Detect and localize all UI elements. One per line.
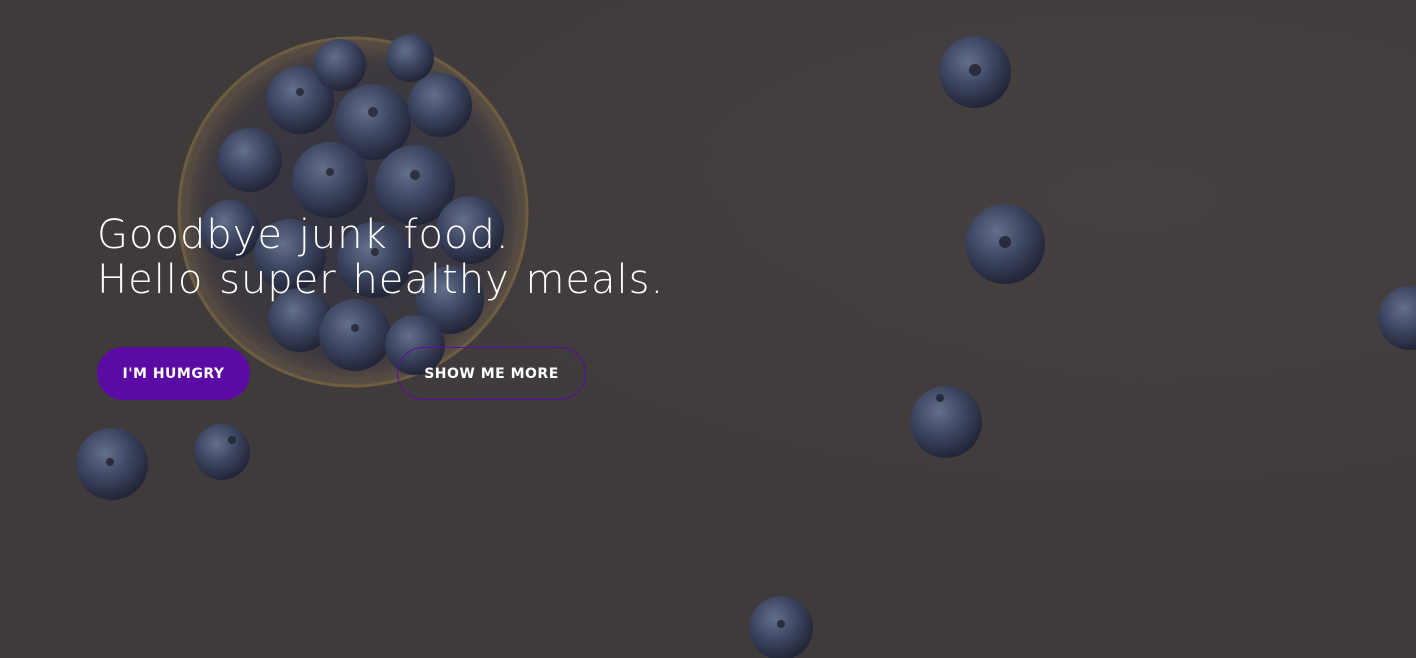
hero-heading: Goodbye junk food. Hello super healthy m… — [97, 213, 797, 303]
hero-text-box: Goodbye junk food. Hello super healthy m… — [97, 213, 797, 303]
hero-section: Goodbye junk food. Hello super healthy m… — [0, 0, 1416, 658]
hero-heading-line-2: Hello super healthy meals. — [97, 257, 665, 303]
show-me-more-button[interactable]: SHOW ME MORE — [397, 347, 586, 400]
im-hungry-button[interactable]: I'M HUMGRY — [97, 347, 250, 400]
hero-heading-line-1: Goodbye junk food. — [97, 212, 510, 258]
hero-dark-overlay — [0, 0, 1416, 658]
